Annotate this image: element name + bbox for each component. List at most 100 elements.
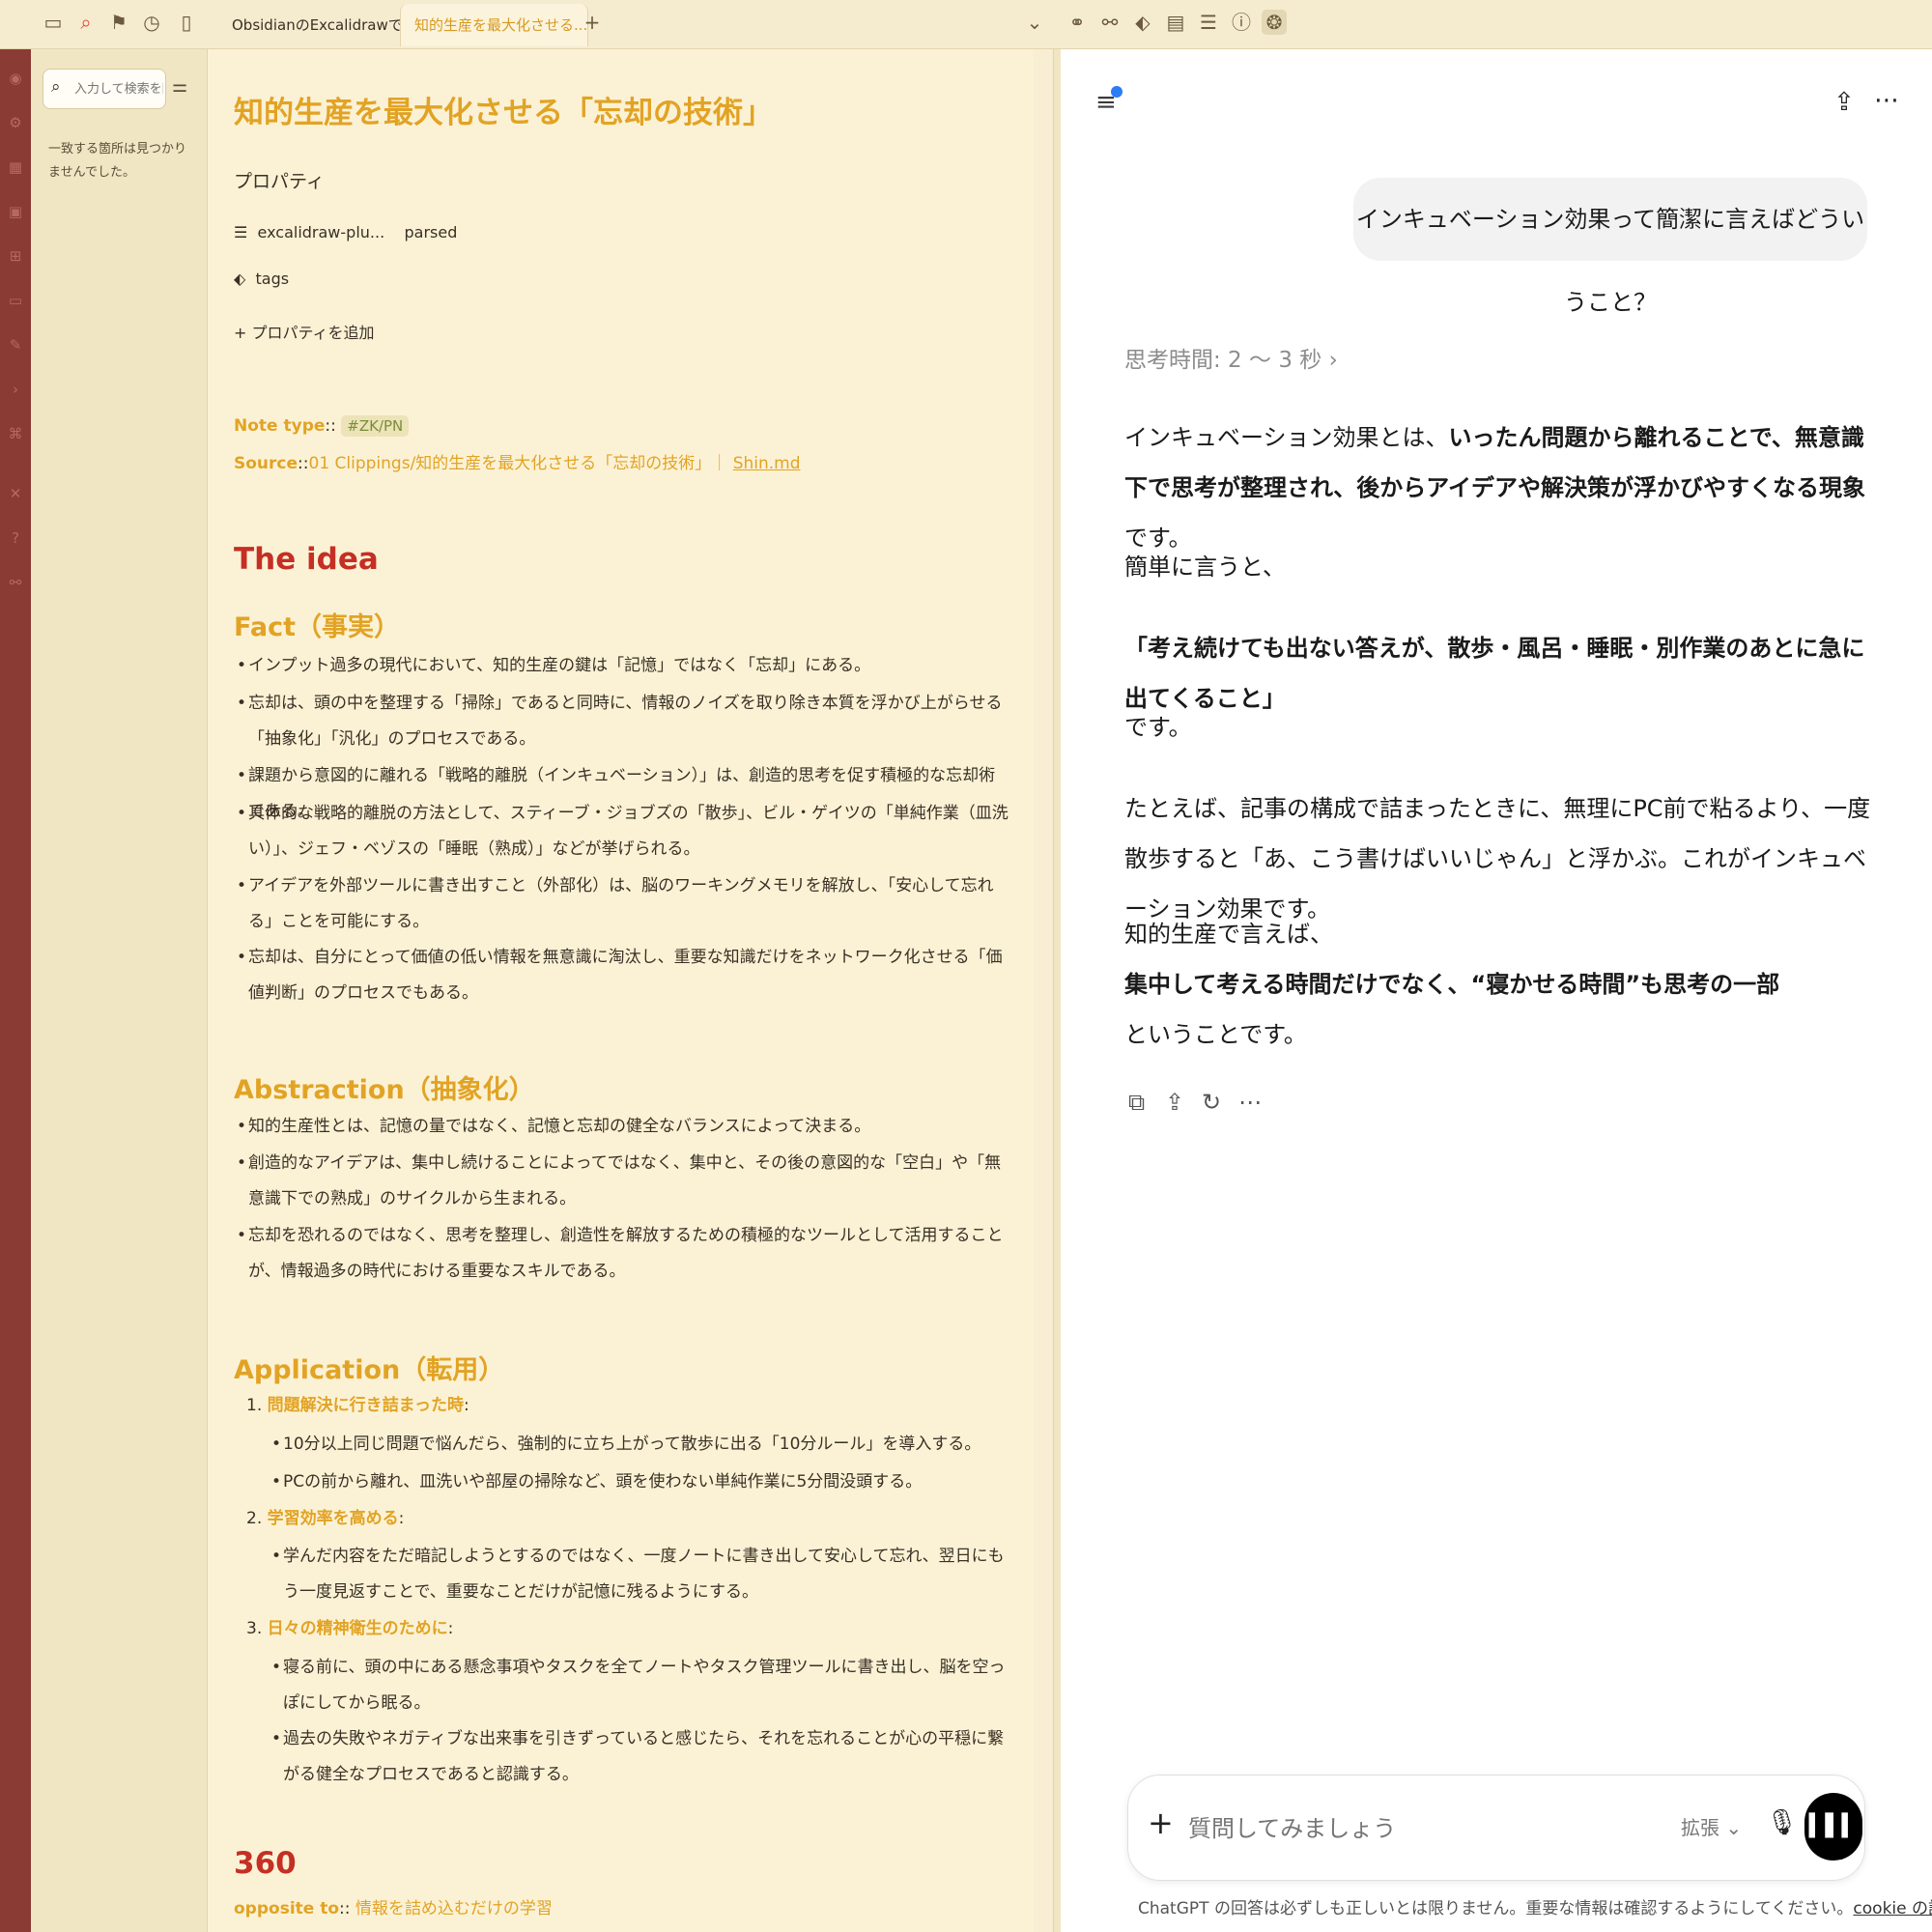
answer-paragraph-6: 知的生産で言えば、 集中して考える時間だけでなく、“寝かせる時間”も思考の一部 とい… bbox=[1124, 921, 1780, 1048]
plus-icon[interactable]: + bbox=[1148, 1804, 1174, 1841]
tab-excalidraw[interactable]: ObsidianのExcalidrawで作... bbox=[218, 4, 419, 46]
more-actions-icon[interactable]: ⋯ bbox=[1238, 1089, 1262, 1116]
message-input[interactable] bbox=[1186, 1810, 1615, 1847]
property-excalidraw[interactable]: ☰ excalidraw-plu... parsed bbox=[234, 223, 457, 242]
list-item: • 忘却は、頭の中を整理する「掃除」であると同時に、情報のノイズを取り除き本質を浮… bbox=[237, 694, 1003, 749]
source-file-link[interactable]: Shin.md bbox=[733, 454, 801, 473]
search-icon[interactable]: ⌕ bbox=[73, 10, 99, 35]
ribbon: ◉ ⚙ ▦ ▣ ⊞ ▭ ✎ › ⌘ ✕ ? ⚯ bbox=[0, 49, 31, 1932]
idea-heading: The idea bbox=[234, 542, 379, 577]
ribbon-excalidraw-icon[interactable]: ✎ bbox=[6, 335, 25, 355]
copy-icon[interactable]: ⧉ bbox=[1128, 1089, 1145, 1116]
chevron-down-icon[interactable]: ⌄ bbox=[1022, 10, 1047, 35]
list-item: • 具体的な戦略的離脱の方法として、スティーブ・ジョブズの「散歩」、ビル・ゲイツの… bbox=[237, 804, 1009, 859]
ribbon-graph-icon[interactable]: ⚙ bbox=[6, 113, 25, 132]
application-group-3: 3. 日々の精神衛生のために: bbox=[246, 1619, 454, 1638]
list-item: • アイデアを外部ツールに書き出すこと（外部化）は、脳のワーキングメモリを解放し、… bbox=[237, 876, 994, 931]
chatgpt-icon[interactable]: ❂ bbox=[1262, 10, 1287, 35]
outline-icon[interactable]: ☰ bbox=[1196, 10, 1221, 35]
ribbon-terminal-icon[interactable]: ⌘ bbox=[6, 424, 25, 443]
section-360-heading: 360 bbox=[234, 1846, 297, 1881]
tag-icon[interactable]: ⬖ bbox=[1130, 10, 1155, 35]
disclaimer-text: ChatGPT の回答は必ずしも正しいとは限りません。重要な情報は確認するように… bbox=[1138, 1894, 1932, 1918]
list-item: • 寝る前に、頭の中にある懸念事項やタスクを全てノートやタスク管理ツールに書き出し… bbox=[271, 1658, 1006, 1713]
meta-sep: :: bbox=[298, 454, 309, 473]
info-icon[interactable]: ⓘ bbox=[1229, 10, 1254, 35]
application-heading: Application（転用） bbox=[234, 1355, 505, 1385]
ribbon-switcher-icon[interactable]: ◉ bbox=[6, 69, 25, 88]
cookie-settings-link[interactable]: cookie の設定 bbox=[1853, 1899, 1932, 1918]
list-item: • 創造的なアイデアは、集中し続けることによってではなく、集中と、その後の意図的な… bbox=[237, 1153, 1002, 1208]
ribbon-help-icon[interactable]: ? bbox=[6, 528, 25, 548]
link-icon[interactable]: ⚭ bbox=[1065, 10, 1090, 35]
search-input[interactable] bbox=[72, 77, 165, 100]
chat-pane: ≡ ⇪ ⋯ インキュベーション効果って簡潔に言えばどういうこと？ 思考時間: 2… bbox=[1061, 49, 1932, 1932]
ribbon-link-icon[interactable]: ⚯ bbox=[6, 573, 25, 592]
search-icon: ⌕ bbox=[51, 77, 61, 97]
mic-icon[interactable]: 🎙︎ bbox=[1766, 1808, 1798, 1837]
note-type-tag[interactable]: #ZK/PN bbox=[341, 415, 410, 437]
share-response-icon[interactable]: ⇪ bbox=[1165, 1089, 1184, 1116]
opposite-line: opposite to:: 情報を詰め込むだけの学習 bbox=[234, 1899, 553, 1918]
archive-icon[interactable]: ▤ bbox=[1163, 10, 1188, 35]
source-link[interactable]: 01 Clippings/知的生産を最大化させる「忘却の技術」｜ bbox=[309, 454, 728, 473]
clock-icon[interactable]: ◷ bbox=[139, 10, 164, 35]
ribbon-code-icon[interactable]: › bbox=[6, 380, 25, 399]
note-type-line: Note type:: #ZK/PN bbox=[234, 415, 410, 437]
source-line: Source::01 Clippings/知的生産を最大化させる「忘却の技術」｜… bbox=[234, 449, 801, 473]
tab-label: 知的生産を最大化させる... bbox=[414, 16, 588, 34]
thinking-time[interactable]: 思考時間: 2 ～ 3 秒 › bbox=[1124, 341, 1338, 374]
application-group-2: 2. 学習効率を高める: bbox=[246, 1509, 405, 1528]
message-composer: + 拡張 ⌄ 🎙︎ ▍▌▍ bbox=[1127, 1775, 1865, 1881]
filter-settings-icon[interactable]: ⚌ bbox=[172, 76, 187, 97]
property-key: tags bbox=[255, 270, 290, 288]
bookmark-icon[interactable]: ⚑ bbox=[106, 10, 131, 35]
list-item: • 学んだ内容をただ暗記しようとするのではなく、一度ノートに書き出して安心して忘れ… bbox=[271, 1547, 1005, 1602]
ribbon-canvas-icon[interactable]: ▦ bbox=[6, 157, 25, 177]
note-type-key: Note type bbox=[234, 416, 326, 436]
opposite-link[interactable]: 情報を詰め込むだけの学習 bbox=[355, 1899, 553, 1918]
property-key: excalidraw-plu... bbox=[257, 223, 385, 242]
ribbon-command-icon[interactable]: ▭ bbox=[6, 291, 25, 310]
extend-dropdown[interactable]: 拡張 ⌄ bbox=[1681, 1812, 1742, 1840]
application-group-1: 1. 問題解決に行き詰まった時: bbox=[246, 1396, 469, 1415]
no-results-text: 一致する箇所は見つかりませんでした。 bbox=[48, 142, 187, 180]
folder-icon[interactable]: ▭ bbox=[41, 10, 66, 35]
meta-sep: :: bbox=[325, 416, 336, 436]
tab-active-note[interactable]: 知的生産を最大化させる...X bbox=[400, 4, 588, 46]
more-icon[interactable]: ⋯ bbox=[1874, 86, 1899, 115]
list-item: • 10分以上同じ問題で悩んだら、強制的に立ち上がって散歩に出る「10分ルール」を… bbox=[271, 1435, 981, 1454]
ribbon-daily-icon[interactable]: ▣ bbox=[6, 202, 25, 221]
top-bar: ▭ ⌕ ⚑ ◷ ▯ ObsidianのExcalidrawで作... 知的生産を… bbox=[0, 0, 1932, 49]
add-property-button[interactable]: + プロパティを追加 bbox=[234, 320, 375, 343]
answer-paragraph-1: インキュベーション効果とは、いったん問題から離れることで、無意識下で思考が整理さ… bbox=[1124, 424, 1866, 552]
list-item: • 知的生産性とは、記憶の量ではなく、記憶と忘却の健全なバランスによって決まる。 bbox=[237, 1117, 871, 1136]
list-icon: ☰ bbox=[234, 223, 248, 242]
answer-paragraph-2: 簡単に言うと、 bbox=[1124, 554, 1287, 581]
notification-dot bbox=[1111, 86, 1122, 98]
plus-icon: + bbox=[234, 324, 247, 342]
source-key: Source bbox=[234, 454, 298, 473]
add-property-label: プロパティを追加 bbox=[251, 324, 375, 342]
ribbon-template-icon[interactable]: ⊞ bbox=[6, 246, 25, 266]
ribbon-x-icon[interactable]: ✕ bbox=[6, 484, 25, 503]
answer-paragraph-4: です。 bbox=[1124, 714, 1192, 741]
list-item: • PCの前から離れ、皿洗いや部屋の掃除など、頭を使わない単純作業に5分間没頭する… bbox=[271, 1472, 923, 1492]
list-item: • インプット過多の現代において、知的生産の鍵は「記憶」ではなく「忘却」にある。 bbox=[237, 656, 871, 675]
list-item: • 忘却は、自分にとって価値の低い情報を無意識に淘汰し、重要な知識だけをネットワー… bbox=[237, 948, 1003, 1003]
property-value: parsed bbox=[404, 223, 458, 242]
property-tags[interactable]: ⬖ tags bbox=[234, 270, 289, 288]
voice-mode-button[interactable]: ▍▌▍ bbox=[1804, 1793, 1862, 1861]
note-title: 知的生産を最大化させる「忘却の技術」 bbox=[234, 96, 773, 130]
list-item: • 忘却を恐れるのではなく、思考を整理し、創造性を解放するための積極的なツールとし… bbox=[237, 1226, 1004, 1281]
note-pane: 知的生産を最大化させる「忘却の技術」 プロパティ ☰ excalidraw-pl… bbox=[208, 49, 1034, 1932]
share-icon[interactable]: ⇪ bbox=[1833, 88, 1855, 117]
new-tab-button[interactable]: + bbox=[580, 10, 605, 35]
regenerate-icon[interactable]: ↻ bbox=[1202, 1089, 1221, 1116]
sidebar-toggle-icon[interactable]: ▯ bbox=[174, 10, 199, 35]
properties-heading: プロパティ bbox=[234, 171, 325, 192]
user-message: インキュベーション効果って簡潔に言えばどういうこと？ bbox=[1353, 178, 1867, 316]
outgoing-link-icon[interactable]: ⚯ bbox=[1097, 10, 1122, 35]
search-box[interactable]: ⌕ bbox=[43, 69, 166, 109]
abstraction-heading: Abstraction（抽象化） bbox=[234, 1075, 535, 1105]
